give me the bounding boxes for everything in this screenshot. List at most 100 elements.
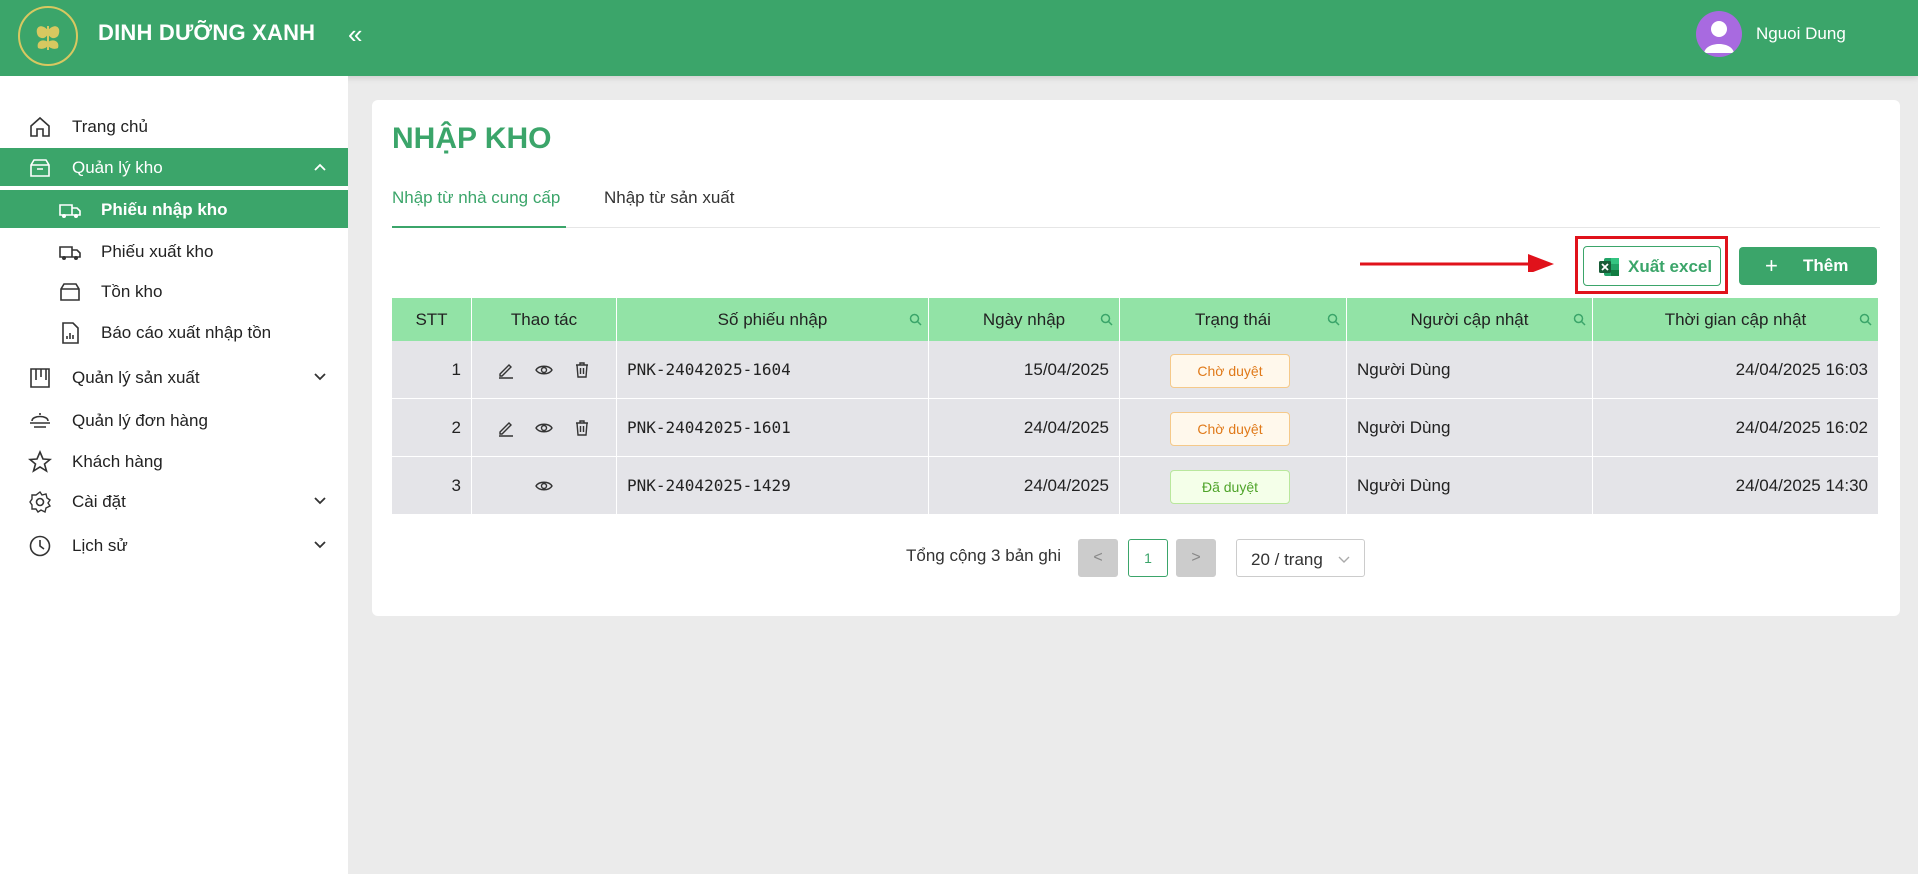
table-row[interactable]: 1 PNK-24042025-1604 15/04/2025 Chờ duyệt… — [392, 341, 1878, 399]
view-icon[interactable] — [534, 476, 554, 496]
cell-date: 24/04/2025 — [929, 399, 1120, 457]
sidebar-item-label: Quản lý đơn hàng — [72, 411, 208, 430]
cell-status: Chờ duyệt — [1120, 341, 1347, 399]
column-header[interactable]: Trạng thái — [1120, 298, 1347, 341]
truck-out-icon — [59, 246, 81, 260]
cell-user: Người Dùng — [1347, 457, 1593, 515]
page-size-value: 20 / trang — [1251, 550, 1323, 569]
cell-actions — [472, 399, 617, 457]
search-icon[interactable] — [1100, 313, 1113, 326]
sidebar-item-orders[interactable]: Quản lý đơn hàng — [0, 401, 348, 439]
table-row[interactable]: 2 PNK-24042025-1601 24/04/2025 Chờ duyệt… — [392, 399, 1878, 457]
cell-user: Người Dùng — [1347, 341, 1593, 399]
collapse-sidebar-icon[interactable]: « — [348, 16, 372, 52]
logo-area[interactable]: DINH DƯỠNG XANH — [0, 0, 348, 76]
username[interactable]: Nguoi Dung — [1756, 24, 1846, 44]
truck-in-icon — [59, 204, 81, 218]
sidebar-item-settings[interactable]: Cài đặt — [0, 482, 348, 520]
delete-icon[interactable] — [572, 360, 592, 380]
box-icon — [30, 159, 50, 177]
chevron-up-icon — [314, 163, 326, 171]
export-excel-button[interactable]: Xuất excel — [1583, 246, 1721, 286]
user-avatar-icon[interactable] — [1696, 11, 1742, 57]
column-header: STT — [392, 298, 472, 341]
cell-stt: 3 — [392, 457, 472, 515]
gear-icon — [29, 490, 52, 514]
tab-production[interactable]: Nhập từ sản xuất — [604, 188, 734, 228]
sidebar-item-home[interactable]: Trang chủ — [0, 107, 348, 145]
next-page-button[interactable]: > — [1176, 539, 1216, 577]
sidebar-item-label: Tồn kho — [101, 282, 163, 301]
add-button[interactable]: + Thêm — [1739, 247, 1877, 285]
tab-supplier[interactable]: Nhập từ nhà cung cấp — [392, 188, 566, 228]
home-icon — [30, 116, 50, 137]
search-icon[interactable] — [909, 313, 922, 326]
cell-receipt-code: PNK-24042025-1604 — [617, 341, 929, 399]
sidebar-item-warehouse[interactable]: Quản lý kho — [0, 148, 348, 186]
table-header: STT Thao tác Số phiếu nhập Ngày nhập Trạ… — [392, 298, 1878, 341]
column-header[interactable]: Thời gian cập nhật — [1593, 298, 1878, 341]
sidebar-item-label: Cài đặt — [72, 492, 126, 511]
cell-status: Chờ duyệt — [1120, 399, 1347, 457]
cell-user: Người Dùng — [1347, 399, 1593, 457]
edit-icon[interactable] — [496, 418, 516, 438]
column-header: Thao tác — [472, 298, 617, 341]
sidebar-item-label: Báo cáo xuất nhập tồn — [101, 323, 272, 342]
leaf-logo-icon — [18, 6, 78, 66]
inbox-icon — [60, 283, 80, 301]
column-header[interactable]: Người cập nhật — [1347, 298, 1593, 341]
page-title: NHẬP KHO — [392, 122, 552, 155]
prev-page-button[interactable]: < — [1078, 539, 1118, 577]
status-badge: Chờ duyệt — [1170, 412, 1290, 446]
tab-bar: Nhập từ nhà cung cấp Nhập từ sản xuất — [392, 188, 1880, 228]
brand-name: DINH DƯỠNG XANH — [98, 20, 316, 45]
edit-icon[interactable] — [496, 360, 516, 380]
chevron-down-icon — [314, 497, 326, 505]
delete-icon[interactable] — [572, 418, 592, 438]
sidebar-item-label: Lịch sử — [72, 536, 128, 555]
plus-icon: + — [1765, 253, 1778, 278]
sidebar-item-report[interactable]: Báo cáo xuất nhập tồn — [0, 313, 348, 351]
cell-stt: 2 — [392, 399, 472, 457]
history-icon — [29, 535, 51, 557]
page-size-select[interactable]: 20 / trang — [1236, 539, 1365, 577]
sidebar-item-receipt[interactable]: Phiếu nhập kho — [0, 190, 348, 228]
sidebar-item-label: Phiếu xuất kho — [101, 242, 214, 261]
factory-icon — [30, 368, 50, 388]
cell-date: 15/04/2025 — [929, 341, 1120, 399]
sidebar-item-stock[interactable]: Tồn kho — [0, 272, 348, 310]
search-icon[interactable] — [1573, 313, 1586, 326]
sidebar-item-label: Trang chủ — [72, 117, 148, 136]
chevron-down-icon — [314, 373, 326, 381]
cell-receipt-code: PNK-24042025-1429 — [617, 457, 929, 515]
view-icon[interactable] — [534, 418, 554, 438]
order-icon — [30, 413, 50, 428]
chevron-down-icon — [314, 541, 326, 549]
cell-updated-time: 24/04/2025 16:03 — [1735, 360, 1868, 379]
column-header[interactable]: Số phiếu nhập — [617, 298, 929, 341]
total-records: Tổng cộng 3 bản ghi — [906, 546, 1062, 565]
sidebar-item-label: Quản lý sản xuất — [72, 368, 200, 387]
search-icon[interactable] — [1327, 313, 1340, 326]
add-label: Thêm — [1803, 256, 1849, 275]
export-excel-label: Xuất excel — [1628, 257, 1713, 276]
sidebar: Trang chủ Quản lý kho Phiếu nhập kho Phi… — [0, 76, 348, 874]
column-header[interactable]: Ngày nhập — [929, 298, 1120, 341]
cell-updated-time: 24/04/2025 16:02 — [1735, 418, 1868, 437]
table-row[interactable]: 3 PNK-24042025-1429 24/04/2025 Đã duyệt … — [392, 457, 1878, 515]
sidebar-item-production[interactable]: Quản lý sản xuất — [0, 358, 348, 396]
status-badge: Đã duyệt — [1170, 470, 1290, 504]
annotation-arrow-icon — [1360, 254, 1554, 272]
sidebar-item-issue[interactable]: Phiếu xuất kho — [0, 232, 348, 270]
sidebar-item-history[interactable]: Lịch sử — [0, 526, 348, 564]
chevron-down-icon — [1338, 556, 1350, 563]
sidebar-item-customers[interactable]: Khách hàng — [0, 442, 348, 480]
page-1-button[interactable]: 1 — [1128, 539, 1168, 577]
view-icon[interactable] — [534, 360, 554, 380]
cell-date: 24/04/2025 — [929, 457, 1120, 515]
search-icon[interactable] — [1859, 313, 1872, 326]
cell-status: Đã duyệt — [1120, 457, 1347, 515]
cell-actions — [472, 341, 617, 399]
cell-stt: 1 — [392, 341, 472, 399]
cell-receipt-code: PNK-24042025-1601 — [617, 399, 929, 457]
